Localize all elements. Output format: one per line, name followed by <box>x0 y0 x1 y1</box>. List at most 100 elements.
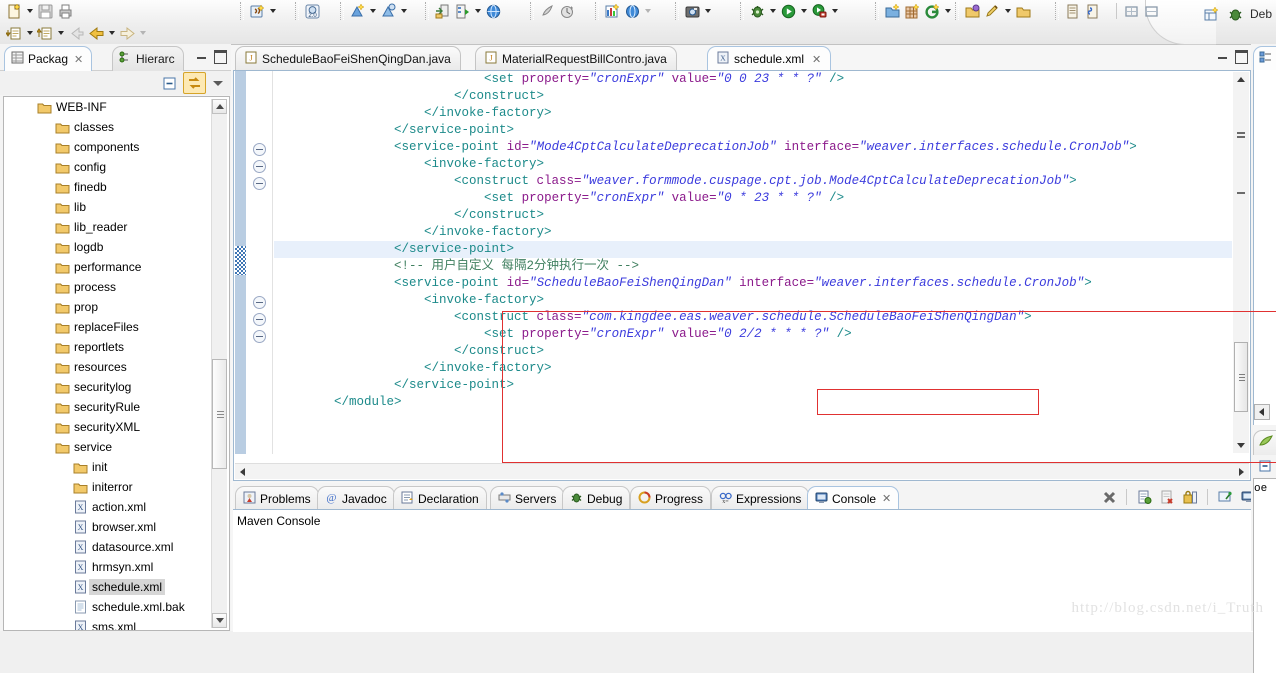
twisty-none-icon[interactable] <box>58 477 71 497</box>
minimize-editor-icon[interactable] <box>1216 49 1229 62</box>
fold-toggle-icon[interactable] <box>253 313 266 326</box>
pin-console-icon[interactable] <box>1215 487 1235 507</box>
fold-toggle-icon[interactable] <box>253 296 266 309</box>
twisty-none-icon[interactable] <box>58 457 71 477</box>
new-wizard-icon[interactable] <box>4 1 24 21</box>
tab-servers[interactable]: Servers <box>490 486 565 510</box>
code-line[interactable]: </invoke-factory> <box>274 224 1232 241</box>
source-editor[interactable]: <set property="cronExpr" value="0 0 23 *… <box>233 70 1276 481</box>
tab-hierarchy[interactable]: Hierarc <box>112 46 184 71</box>
code-line[interactable]: <construct class="weaver.formmode.cuspag… <box>274 173 1232 190</box>
next-annotation-dropdown-arrow[interactable] <box>24 23 35 43</box>
twisty-open-icon[interactable] <box>40 437 53 457</box>
next-annotation-icon[interactable] <box>4 23 24 43</box>
outline-collapse-icon[interactable] <box>1255 456 1274 475</box>
code-line[interactable]: </construct> <box>274 343 1232 360</box>
terminate-icon[interactable] <box>1099 487 1119 507</box>
code-line[interactable]: </module> <box>274 394 1232 411</box>
twisty-closed-icon[interactable] <box>40 297 53 317</box>
project-tree[interactable]: WEB-INF classes components config finedb lib l… <box>3 96 230 631</box>
tree-item[interactable]: securitylog <box>4 377 229 397</box>
twisty-closed-icon[interactable] <box>40 237 53 257</box>
tree-item[interactable]: reportlets <box>4 337 229 357</box>
code-line[interactable]: </construct> <box>274 88 1232 105</box>
tab-materialrequestbillcontro-java[interactable]: J MaterialRequestBillContro.java <box>475 46 677 71</box>
debug-perspective-icon[interactable] <box>1226 4 1246 24</box>
twisty-none-icon[interactable] <box>58 577 71 597</box>
tree-item[interactable]: Xhrmsyn.xml <box>4 557 229 577</box>
scroll-down-button[interactable] <box>1233 438 1249 453</box>
twisty-none-icon[interactable] <box>58 597 71 617</box>
tree-item[interactable]: Xaction.xml <box>4 497 229 517</box>
twisty-none-icon[interactable] <box>58 617 71 630</box>
new-package-icon[interactable] <box>378 1 398 21</box>
twisty-closed-icon[interactable] <box>40 217 53 237</box>
run-coverage-dropdown-arrow[interactable] <box>829 1 840 21</box>
folding-gutter[interactable] <box>248 71 273 454</box>
maximize-editor-icon[interactable] <box>1234 49 1248 64</box>
new-google-icon[interactable] <box>922 1 942 21</box>
code-line[interactable]: </invoke-factory> <box>274 360 1232 377</box>
pencil-icon[interactable] <box>982 1 1002 21</box>
twisty-closed-icon[interactable] <box>40 137 53 157</box>
code-line[interactable]: <invoke-factory> <box>274 156 1232 173</box>
tree-item[interactable]: lib_reader <box>4 217 229 237</box>
tree-scrollbar[interactable] <box>211 99 227 628</box>
fold-toggle-icon[interactable] <box>253 143 266 156</box>
open-type-icon[interactable]: 2.0 <box>302 1 322 21</box>
code-line[interactable]: </service-point> <box>274 122 1232 139</box>
export-icon[interactable] <box>432 1 452 21</box>
code-line[interactable]: <set property="cronExpr" value="0 * 23 *… <box>274 190 1232 207</box>
editor-vertical-scrollbar[interactable] <box>1233 72 1249 453</box>
scroll-lock-icon[interactable] <box>1180 487 1200 507</box>
pencil-dropdown-arrow[interactable] <box>1002 1 1013 21</box>
tree-item[interactable]: replaceFiles <box>4 317 229 337</box>
twisty-closed-icon[interactable] <box>40 197 53 217</box>
twisty-closed-icon[interactable] <box>40 277 53 297</box>
print-icon[interactable] <box>55 1 75 21</box>
document-icon[interactable] <box>1062 1 1082 21</box>
twisty-none-icon[interactable] <box>58 557 71 577</box>
tree-item[interactable]: finedb <box>4 177 229 197</box>
scroll-up-button[interactable] <box>1233 72 1249 87</box>
fold-toggle-icon[interactable] <box>253 330 266 343</box>
tab-problems[interactable]: Problems <box>235 486 319 510</box>
tab-declaration[interactable]: Declaration <box>393 486 487 510</box>
twisty-open-icon[interactable] <box>22 97 35 117</box>
save-icon[interactable] <box>35 1 55 21</box>
forward-dropdown-arrow[interactable] <box>137 23 148 43</box>
tab-javadoc[interactable]: @ Javadoc <box>317 486 395 510</box>
view-menu-icon[interactable] <box>213 80 223 86</box>
tab-progress[interactable]: Progress <box>630 486 712 510</box>
camera-icon[interactable] <box>682 1 702 21</box>
new-java-project-icon[interactable] <box>247 1 267 21</box>
tree-item[interactable]: process <box>4 277 229 297</box>
new-java-project-dropdown-arrow[interactable] <box>267 1 278 21</box>
twisty-closed-icon[interactable] <box>40 397 53 417</box>
new-google-dropdown-arrow[interactable] <box>942 1 953 21</box>
tree-item[interactable]: lib <box>4 197 229 217</box>
close-icon[interactable]: ✕ <box>812 53 821 66</box>
code-line[interactable]: </invoke-factory> <box>274 105 1232 122</box>
new-class-icon[interactable] <box>347 1 367 21</box>
tree-item[interactable]: performance <box>4 257 229 277</box>
tab-debug[interactable]: Debug <box>562 486 631 510</box>
tree-item[interactable]: Xdatasource.xml <box>4 537 229 557</box>
restore-panel-icon[interactable] <box>1141 1 1161 21</box>
scroll-down-button[interactable] <box>212 613 227 628</box>
fold-toggle-icon[interactable] <box>253 177 266 190</box>
previous-annotation-dropdown-arrow[interactable] <box>55 23 66 43</box>
tree-item[interactable]: initerror <box>4 477 229 497</box>
tree-item-selected[interactable]: Xschedule.xml <box>4 577 229 597</box>
outline-scroll-left-button[interactable] <box>1254 404 1270 420</box>
open-report-icon[interactable] <box>557 1 577 21</box>
run-dropdown-arrow[interactable] <box>798 1 809 21</box>
twisty-closed-icon[interactable] <box>40 257 53 277</box>
scroll-left-button[interactable] <box>235 464 250 478</box>
code-content[interactable]: <set property="cronExpr" value="0 0 23 *… <box>274 71 1232 454</box>
tab-outline[interactable] <box>1253 46 1276 71</box>
twisty-closed-icon[interactable] <box>40 377 53 397</box>
link-with-editor-icon[interactable] <box>183 72 206 94</box>
close-icon[interactable]: ✕ <box>882 492 891 505</box>
back-dropdown-arrow[interactable] <box>106 23 117 43</box>
